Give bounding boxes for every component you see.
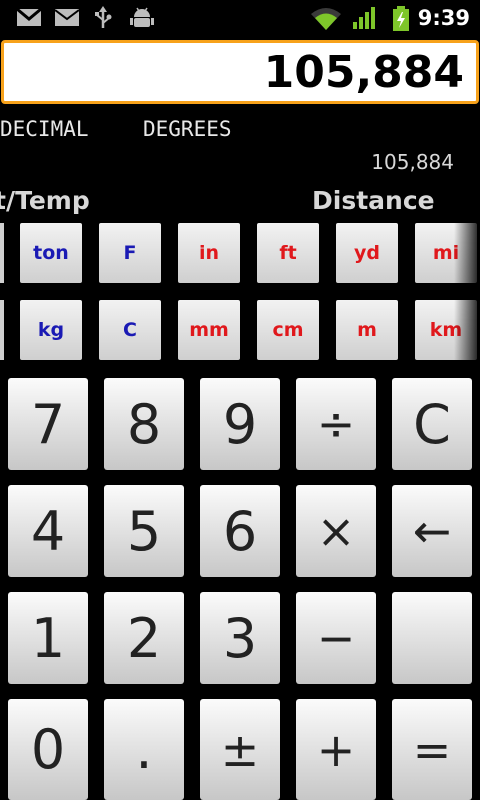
number-mode-label[interactable]: DECIMAL — [0, 117, 89, 141]
backspace-button[interactable]: ← — [392, 485, 472, 577]
usb-icon — [95, 6, 112, 28]
email-icon — [54, 9, 80, 26]
unit-cm-button[interactable]: cm — [257, 300, 319, 360]
display-value: 105,884 — [263, 47, 464, 98]
unit-ton-button[interactable]: ton — [20, 223, 82, 283]
multiply-button[interactable]: × — [296, 485, 376, 577]
battery-charging-icon — [393, 6, 409, 31]
unit-yd-button[interactable]: yd — [336, 223, 398, 283]
key-2[interactable]: 2 — [104, 592, 184, 684]
result-display[interactable]: 105,884 — [1, 40, 479, 104]
equals-button[interactable]: = — [392, 699, 472, 800]
add-button[interactable]: + — [296, 699, 376, 800]
divide-button[interactable]: ÷ — [296, 378, 376, 470]
key-9[interactable]: 9 — [200, 378, 280, 470]
category-distance-label: Distance — [312, 186, 435, 215]
key-4[interactable]: 4 — [8, 485, 88, 577]
clock: 9:39 — [417, 6, 470, 30]
unit-strip-edge — [0, 300, 4, 360]
key-5[interactable]: 5 — [104, 485, 184, 577]
status-bar: 9:39 — [0, 0, 480, 38]
unit-strip-edge — [0, 223, 4, 283]
secondary-value: 105,884 — [371, 150, 454, 174]
gmail-icon — [16, 7, 42, 26]
unit-m-button[interactable]: m — [336, 300, 398, 360]
unit-in-button[interactable]: in — [178, 223, 240, 283]
android-debug-icon — [130, 7, 154, 27]
key-6[interactable]: 6 — [200, 485, 280, 577]
unit-ft-button[interactable]: ft — [257, 223, 319, 283]
angle-mode-label[interactable]: DEGREES — [143, 117, 232, 141]
signal-icon — [353, 7, 375, 29]
scroll-fade-edge — [454, 222, 480, 362]
decimal-point-button[interactable]: . — [104, 699, 184, 800]
blank-key[interactable] — [392, 592, 472, 684]
plus-minus-button[interactable]: ± — [200, 699, 280, 800]
clear-button[interactable]: C — [392, 378, 472, 470]
key-8[interactable]: 8 — [104, 378, 184, 470]
key-3[interactable]: 3 — [200, 592, 280, 684]
unit-c-button[interactable]: C — [99, 300, 161, 360]
unit-mm-button[interactable]: mm — [178, 300, 240, 360]
unit-f-button[interactable]: F — [99, 223, 161, 283]
category-weight-temp-label: t/Temp — [0, 186, 90, 215]
subtract-button[interactable]: − — [296, 592, 376, 684]
wifi-icon — [311, 8, 341, 30]
key-1[interactable]: 1 — [8, 592, 88, 684]
key-7[interactable]: 7 — [8, 378, 88, 470]
key-0[interactable]: 0 — [8, 699, 88, 800]
unit-kg-button[interactable]: kg — [20, 300, 82, 360]
